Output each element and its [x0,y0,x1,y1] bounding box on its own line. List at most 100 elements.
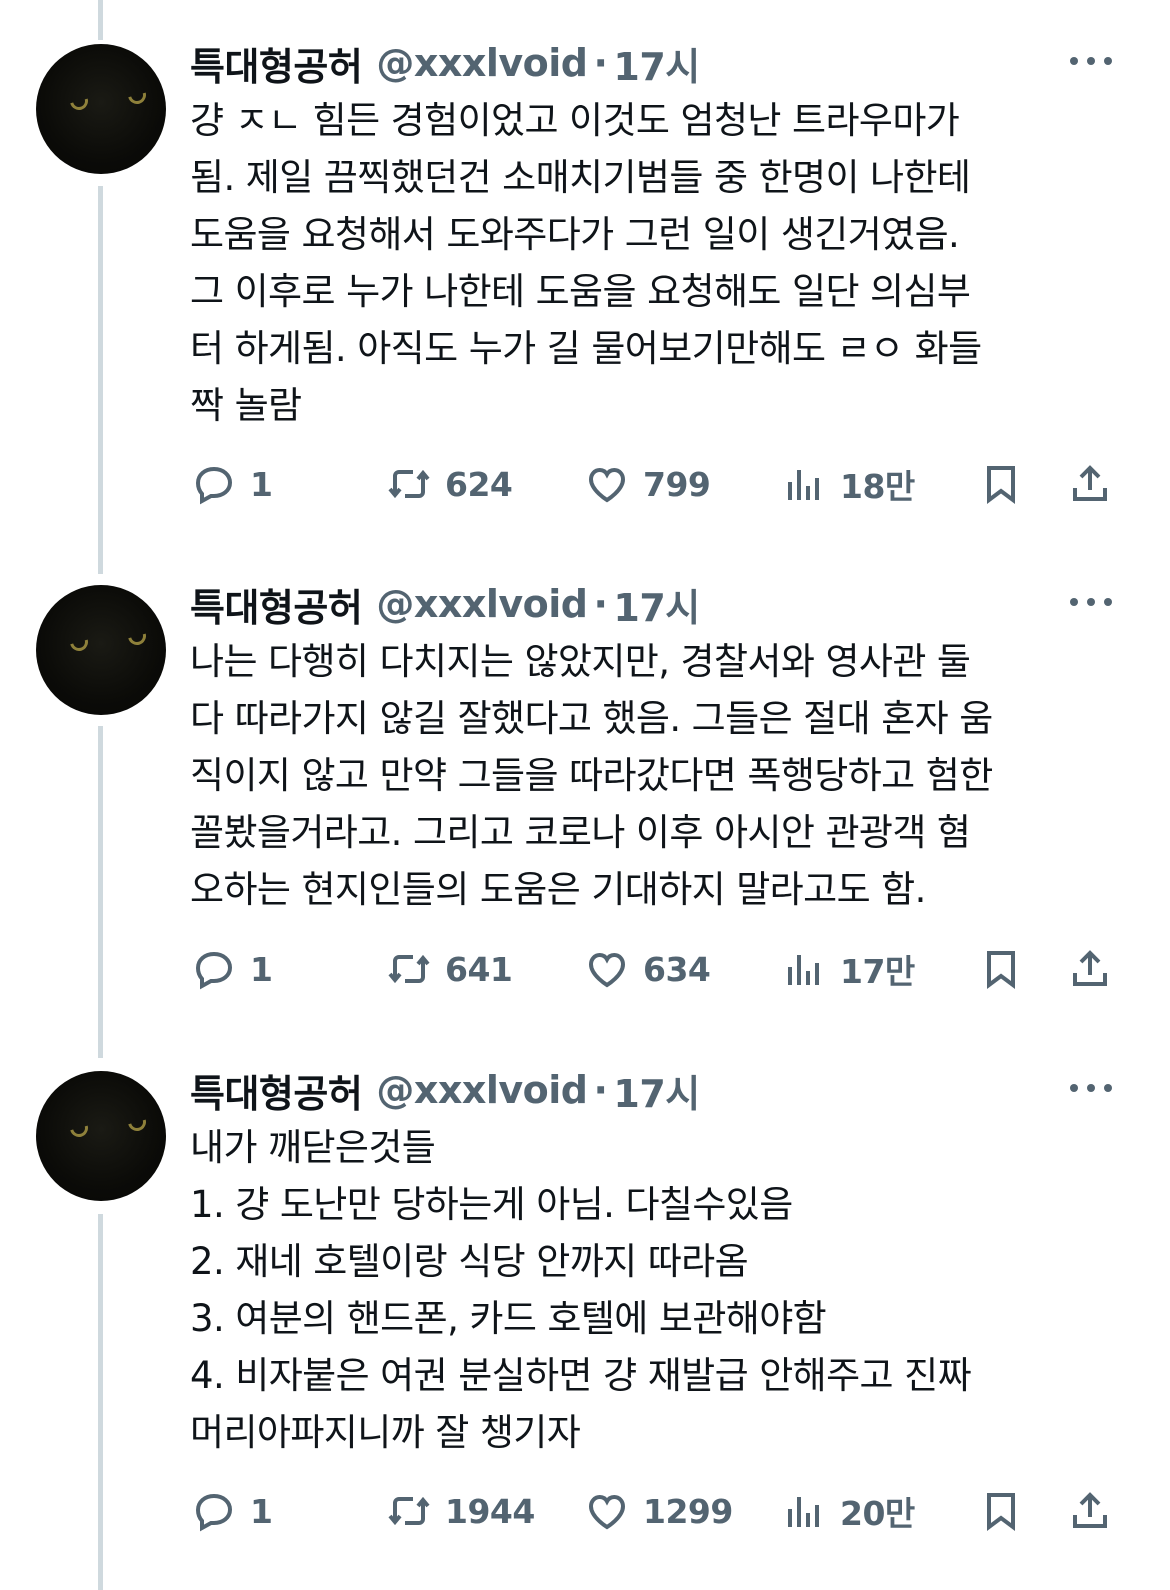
tweet-header: 특대형공허 @xxxlvoid · 17시 [190,581,700,630]
tweet-text-line: 4. 비자붙은 여권 분실하면 걍 재발급 안해주고 진짜 [190,1354,972,1397]
retweet-button[interactable]: 1944 [385,1486,535,1536]
views-button[interactable]: 18만 [780,459,915,509]
tweet-text-line: 꼴봤을거라고. 그리고 코로나 이후 아시안 관광객 혐 [190,811,971,854]
tweet-text: 나는 다행히 다치지는 않았지만, 경찰서와 영사관 둘 다 따라가지 않길 잘… [190,633,1130,918]
retweet-count: 624 [445,464,513,504]
retweet-button[interactable]: 624 [385,459,513,509]
like-button[interactable]: 799 [583,459,711,509]
timestamp[interactable]: 17시 [613,1063,700,1118]
avatar-eye [124,623,150,649]
tweet-text: 걍 ㅈㄴ 힘든 경험이었고 이것도 엄청난 트라우마가 됨. 제일 끔찍했던건 … [190,92,1130,434]
thread-line [98,0,103,40]
view-count: 20만 [840,1494,915,1533]
avatar-eye [66,88,92,114]
timestamp[interactable]: 17시 [613,36,700,91]
avatar[interactable] [36,1071,166,1201]
share-icon [1073,465,1107,501]
bookmark-icon [987,1493,1015,1531]
avatar[interactable] [36,44,166,174]
action-bar: 1 641 634 17만 [190,944,1120,994]
retweet-icon [388,469,430,499]
tweet-text-line: 1. 걍 도난만 당하는게 아님. 다칠수있음 [190,1183,793,1226]
bookmark-button[interactable] [977,459,1025,509]
tweet-text-line: 됨. 제일 끔찍했던건 소매치기범들 중 한명이 나한테 [190,156,971,199]
share-icon [1073,1492,1107,1528]
display-name[interactable]: 특대형공허 [190,36,363,91]
thread-line [98,1214,103,1590]
tweet-text-line: 그 이후로 누가 나한테 도움을 요청해도 일단 의심부 [190,270,971,313]
tweet-text-line: 머리아파지니까 잘 챙기자 [190,1411,581,1454]
avatar-eye [66,629,92,655]
user-handle[interactable]: @xxxlvoid [376,1068,588,1112]
views-button[interactable]: 20만 [780,1486,915,1536]
like-count: 634 [643,949,711,989]
share-button[interactable] [1066,1486,1114,1536]
tweet-text: 내가 깨닫은것들 1. 걍 도난만 당하는게 아님. 다칠수있음 2. 재네 호… [190,1119,1130,1461]
user-handle[interactable]: @xxxlvoid [376,582,588,626]
thread-line [98,726,103,1058]
avatar[interactable] [36,585,166,715]
retweet-icon [388,954,430,984]
reply-button[interactable]: 1 [190,944,273,994]
tweet-text-line: 터 하게됨. 아직도 누가 길 물어보기만해도 ㄹㅇ 화들 [190,327,982,370]
separator: · [593,41,608,85]
like-button[interactable]: 634 [583,944,711,994]
bookmark-icon [987,466,1015,504]
retweet-count: 641 [445,949,513,989]
share-button[interactable] [1066,944,1114,994]
display-name[interactable]: 특대형공허 [190,577,363,632]
retweet-button[interactable]: 641 [385,944,513,994]
avatar-eye [124,1109,150,1135]
thread-line [98,186,103,574]
more-icon[interactable] [1070,1081,1112,1095]
heart-icon [588,952,626,988]
view-count: 18만 [840,467,915,506]
analytics-icon [788,1497,819,1527]
reply-icon [195,1493,233,1532]
separator: · [593,582,608,626]
tweet-text-line: 도움을 요청해서 도와주다가 그런 일이 생긴거였음. [190,213,960,256]
tweet-text-line: 나는 다행히 다치지는 않았지만, 경찰서와 영사관 둘 [190,640,971,683]
retweet-count: 1944 [445,1491,535,1531]
tweet-header: 특대형공허 @xxxlvoid · 17시 [190,1067,700,1116]
reply-button[interactable]: 1 [190,1486,273,1536]
tweet-text-line: 오하는 현지인들의 도움은 기대하지 말라고도 함. [190,868,926,911]
analytics-icon [788,470,819,500]
display-name[interactable]: 특대형공허 [190,1063,363,1118]
bookmark-button[interactable] [977,1486,1025,1536]
action-bar: 1 624 799 18만 [190,459,1120,509]
tweet-text-line: 3. 여분의 핸드폰, 카드 호텔에 보관해야함 [190,1297,827,1340]
heart-icon [588,1494,626,1530]
reply-button[interactable]: 1 [190,459,273,509]
user-handle[interactable]: @xxxlvoid [376,41,588,85]
like-count: 1299 [643,1491,733,1531]
analytics-icon [788,955,819,985]
share-icon [1073,950,1107,986]
reply-icon [195,951,233,990]
more-icon[interactable] [1070,595,1112,609]
bookmark-icon [987,951,1015,989]
avatar-eye [124,82,150,108]
tweet-text-line: 다 따라가지 않길 잘했다고 했음. 그들은 절대 혼자 움 [190,697,993,740]
timestamp[interactable]: 17시 [613,577,700,632]
tweet-text-line: 2. 재네 호텔이랑 식당 안까지 따라옴 [190,1240,749,1283]
tweet-text-line: 직이지 않고 만약 그들을 따라갔다면 폭행당하고 험한 [190,754,993,797]
tweet-header: 특대형공허 @xxxlvoid · 17시 [190,40,700,89]
reply-count: 1 [250,1491,273,1531]
reply-icon [195,466,233,505]
share-button[interactable] [1066,459,1114,509]
like-count: 799 [643,464,711,504]
reply-count: 1 [250,949,273,989]
tweet-text-line: 짝 놀람 [190,384,302,427]
views-button[interactable]: 17만 [780,944,915,994]
retweet-icon [388,1496,430,1526]
view-count: 17만 [840,952,915,991]
heart-icon [588,467,626,503]
tweet-text-line: 걍 ㅈㄴ 힘든 경험이었고 이것도 엄청난 트라우마가 [190,99,960,142]
separator: · [593,1068,608,1112]
like-button[interactable]: 1299 [583,1486,733,1536]
action-bar: 1 1944 1299 20만 [190,1486,1120,1536]
more-icon[interactable] [1070,54,1112,68]
tweet-text-line: 내가 깨닫은것들 [190,1126,436,1169]
bookmark-button[interactable] [977,944,1025,994]
